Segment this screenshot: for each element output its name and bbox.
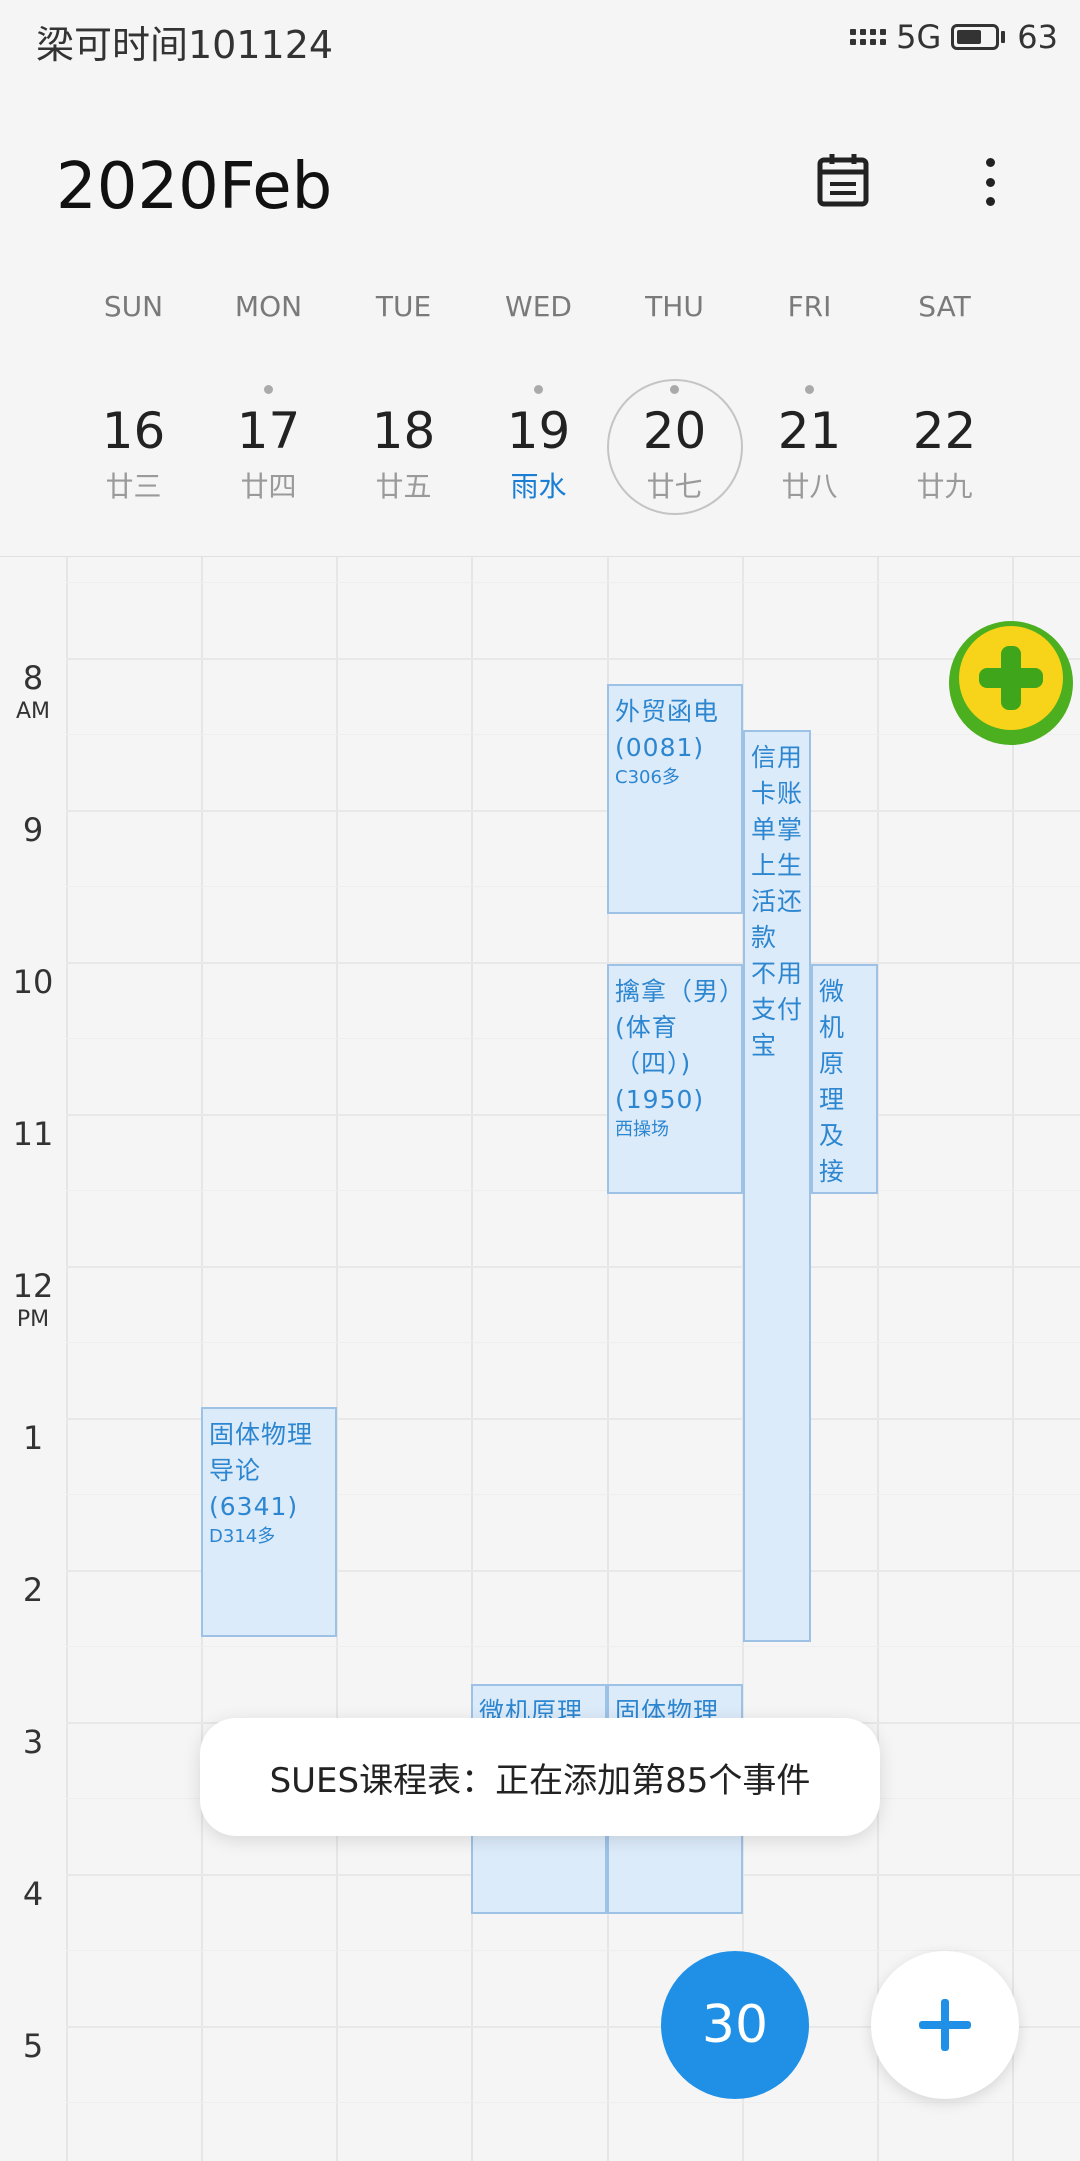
- grid-column-line: [471, 557, 473, 2161]
- grid-column-line: [336, 557, 338, 2161]
- grid-row-line: [66, 1114, 1080, 1116]
- event-location: C306多: [615, 767, 680, 788]
- date-cell[interactable]: 17 廿四: [201, 375, 336, 515]
- hour-label: 10: [12, 963, 54, 1001]
- more-vertical-icon[interactable]: [970, 152, 1010, 212]
- today-button[interactable]: 30: [661, 1951, 809, 2099]
- date-number: 19: [506, 402, 571, 460]
- weekday-label: TUE: [375, 290, 432, 323]
- weekday-label: WED: [505, 290, 572, 323]
- event-wrestling[interactable]: 擒拿（男）(体育（四）)(1950) 西操场: [607, 964, 743, 1194]
- event-dot: [534, 385, 543, 394]
- date-number: 22: [912, 402, 977, 460]
- hour-label: 12 PM: [12, 1267, 54, 1332]
- event-title: 擒拿（男）(体育（四）)(1950): [615, 977, 733, 1114]
- weekday-label: SUN: [103, 290, 164, 323]
- network-type: 5G: [896, 18, 942, 56]
- hour-label: 11: [12, 1115, 54, 1153]
- add-event-button[interactable]: [871, 1951, 1019, 2099]
- event-title: 微机原理及接口技术(075: [819, 977, 846, 1186]
- hour-label: 5: [22, 2027, 44, 2065]
- grid-row-line: [66, 810, 1080, 812]
- grid-column-line: [877, 557, 879, 2161]
- grid-column-line: [66, 557, 68, 2161]
- status-bar: 梁可时间101124 5G 63: [0, 0, 1080, 80]
- lunar-date: 廿四: [240, 470, 297, 503]
- grid-row-line: [66, 1950, 1080, 1951]
- date-cell[interactable]: 22 廿九: [877, 375, 1012, 515]
- month-title[interactable]: 2020Feb: [56, 150, 332, 224]
- date-number: 16: [101, 402, 166, 460]
- grid-row-line: [66, 1646, 1080, 1647]
- date-number: 20: [642, 402, 707, 460]
- date-cell[interactable]: 16 廿三: [66, 375, 201, 515]
- event-solid-state-mon[interactable]: 固体物理导论(6341) D314多: [201, 1407, 337, 1637]
- event-dot: [264, 385, 273, 394]
- hour-label: 8 AM: [15, 659, 51, 724]
- date-number: 21: [777, 402, 842, 460]
- hour-label: 4: [22, 1875, 44, 1913]
- weekday-label: MON: [234, 290, 303, 323]
- app-header: 2020Feb: [0, 130, 1080, 250]
- date-cell[interactable]: 21 廿八: [742, 375, 877, 515]
- carrier-label: 梁可时间101124: [36, 23, 334, 67]
- signal-icon: [850, 29, 887, 45]
- event-foreign-trade[interactable]: 外贸函电(0081) C306多: [607, 684, 743, 914]
- hour-label: 2: [22, 1571, 44, 1609]
- grid-row-line: [66, 1190, 1080, 1191]
- hour-label: 9: [22, 811, 44, 849]
- lunar-date: 廿八: [781, 470, 838, 503]
- lunar-date: 廿七: [646, 470, 703, 503]
- lunar-date: 廿三: [105, 470, 162, 503]
- plus-ball-icon[interactable]: [946, 618, 1076, 748]
- weekday-label: FRI: [787, 290, 832, 323]
- date-cell[interactable]: 18 廿五: [336, 375, 471, 515]
- event-title: 信用卡账单掌上生活还款 不用支付宝: [751, 743, 804, 1060]
- grid-row-line: [66, 1038, 1080, 1039]
- grid-column-line: [201, 557, 203, 2161]
- week-time-grid[interactable]: 8 AM 9 10 11 12 PM 1 2 3 4 5 外贸函电(0081) C3…: [0, 556, 1080, 2161]
- grid-row-line: [66, 1342, 1080, 1343]
- lunar-date: 廿九: [916, 470, 973, 503]
- event-title: 外贸函电(0081): [615, 697, 720, 762]
- weekday-label: SAT: [918, 290, 971, 323]
- event-location: 西操场: [615, 1119, 669, 1140]
- event-credit-card[interactable]: 信用卡账单掌上生活还款 不用支付宝: [743, 730, 811, 1642]
- event-dot: [670, 385, 679, 394]
- lunar-date: 廿五: [375, 470, 432, 503]
- grid-row-line: [66, 658, 1080, 660]
- date-cell[interactable]: 19 雨水: [471, 375, 606, 515]
- weekday-label: THU: [645, 290, 704, 323]
- calendar-icon[interactable]: [816, 152, 870, 208]
- week-dates: 16 廿三 17 廿四 18 廿五 19 雨水 20 廿七 21 廿八 22 廿…: [0, 375, 1080, 515]
- grid-column-line: [1012, 557, 1014, 2161]
- hour-label: 3: [22, 1723, 44, 1761]
- solar-term-label: 雨水: [510, 470, 567, 503]
- weekday-header: SUN MON TUE WED THU FRI SAT: [0, 290, 1080, 330]
- grid-row-line: [66, 962, 1080, 964]
- hour-label: 1: [22, 1419, 44, 1457]
- grid-row-line: [66, 1266, 1080, 1268]
- event-microcomputer-fri[interactable]: 微机原理及接口技术(075: [811, 964, 878, 1194]
- battery-icon: [951, 22, 1007, 52]
- grid-row-line: [66, 886, 1080, 887]
- date-cell-today[interactable]: 20 廿七: [607, 375, 742, 515]
- grid-row-line: [66, 734, 1080, 735]
- date-number: 18: [371, 402, 436, 460]
- event-dot: [805, 385, 814, 394]
- grid-row-line: [66, 582, 1080, 583]
- date-number: 17: [236, 402, 301, 460]
- status-indicators: 5G 63: [850, 18, 1058, 56]
- event-title: 固体物理导论(6341): [209, 1420, 314, 1521]
- plus-icon: [919, 1999, 971, 2051]
- toast-message: SUES课程表：正在添加第85个事件: [200, 1718, 880, 1836]
- grid-row-line: [66, 2102, 1080, 2103]
- battery-level: 63: [1017, 18, 1058, 56]
- event-location: D314多: [209, 1526, 276, 1547]
